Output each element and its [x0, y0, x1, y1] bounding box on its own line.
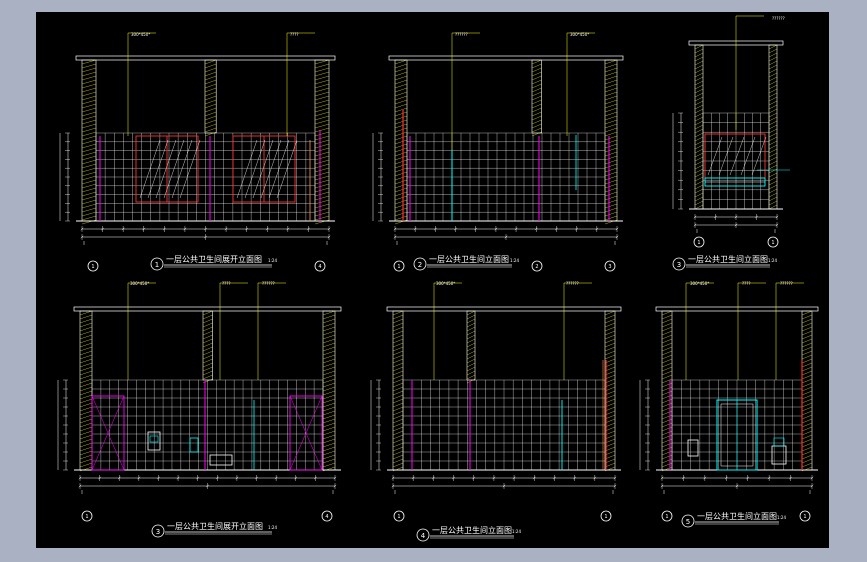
axis-label-p4-left: 1	[85, 514, 88, 520]
title-text-2: 一层公共卫生间立面图	[429, 254, 509, 264]
cad-window: 1 一层公共卫生间展开立面图 1:24 2 一层公共卫生间立面图 1:24 3 …	[0, 0, 867, 562]
title-number-3: 3	[677, 261, 681, 269]
title-text-3: 一层公共卫生间立面图	[688, 254, 768, 264]
leader-p4-a: 300*450*	[130, 281, 149, 286]
axis-label-p1-right: 4	[318, 264, 321, 270]
leader-p4-c: ??????	[262, 281, 275, 286]
title-text-1: 一层公共卫生间展开立面图	[166, 254, 262, 264]
axis-label-p4-right: 4	[325, 514, 328, 520]
axis-label-p2-mid: 2	[535, 264, 538, 270]
title-scale-4: 1:24	[268, 525, 277, 530]
axis-label-p3-right: 1	[771, 240, 774, 246]
drawing-canvas[interactable]: 1 一层公共卫生间展开立面图 1:24 2 一层公共卫生间立面图 1:24 3 …	[0, 0, 867, 562]
title-number-6: 5	[686, 518, 690, 526]
title-number-4: 3	[156, 528, 160, 536]
leader-p5-a: 300*450*	[436, 281, 455, 286]
leader-p1-b: ????	[290, 32, 299, 37]
leader-p4-b: ????	[222, 281, 231, 286]
title-number-2: 2	[418, 261, 422, 269]
title-number-5: 4	[421, 532, 426, 540]
title-scale-2: 1:24	[510, 258, 519, 263]
axis-label-p2-left: 1	[397, 264, 400, 270]
leader-p6-a: 300*450*	[690, 281, 709, 286]
leader-p3-a: ??????	[772, 16, 785, 21]
leader-p1-a: 300*450*	[131, 32, 150, 37]
axis-label-p1-left: 1	[91, 264, 94, 270]
title-scale-5: 1:24	[512, 529, 521, 534]
leader-p5-b: ??????	[566, 281, 579, 286]
axis-label-p2-right: 3	[608, 264, 611, 270]
axis-label-p6-left: 1	[665, 514, 668, 520]
title-number-1: 1	[155, 261, 159, 269]
title-scale-1: 1:24	[268, 258, 277, 263]
leader-p2-a: ??????	[455, 32, 468, 37]
title-text-6: 一层公共卫生间立面图	[697, 511, 777, 521]
title-text-5: 一层公共卫生间立面图	[432, 525, 512, 535]
leader-p6-b: ????	[742, 281, 751, 286]
axis-label-p3-left: 1	[697, 240, 700, 246]
axis-label-p5-right: 1	[604, 514, 607, 520]
axis-label-p6-right: 1	[803, 514, 806, 520]
title-text-4: 一层公共卫生间展开立面图	[167, 521, 263, 531]
title-scale-3: 1:24	[768, 258, 777, 263]
model-space[interactable]	[36, 12, 829, 548]
leader-p6-c: ??????	[780, 281, 793, 286]
leader-p2-b: 300*450*	[570, 32, 589, 37]
title-scale-6: 1:24	[777, 515, 786, 520]
axis-label-p5-left: 1	[397, 514, 400, 520]
